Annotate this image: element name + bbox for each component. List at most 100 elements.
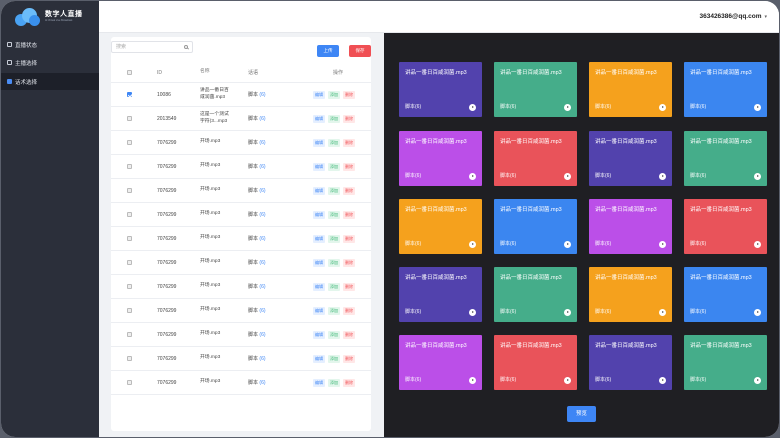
add-button[interactable]: 添加 <box>328 258 340 267</box>
play-icon[interactable] <box>564 104 571 111</box>
audio-tile[interactable]: 讲品一番日百咸润菌.mp3 脚本(6) <box>589 62 672 117</box>
add-button[interactable]: 添加 <box>328 330 340 339</box>
edit-button[interactable]: 编辑 <box>313 138 325 147</box>
search-input[interactable]: 搜索 <box>111 41 193 53</box>
delete-button[interactable]: 删除 <box>343 330 355 339</box>
delete-button[interactable]: 删除 <box>343 186 355 195</box>
play-icon[interactable] <box>659 104 666 111</box>
table-row[interactable]: 10086 讲品一番日百咸润菌.mp3 脚本 (6) 编辑 添加 删除 <box>111 83 371 107</box>
edit-button[interactable]: 编辑 <box>313 306 325 315</box>
add-button[interactable]: 添加 <box>328 90 340 99</box>
audio-tile[interactable]: 讲品一番日百咸润菌.mp3 脚本(6) <box>494 267 577 322</box>
table-row[interactable]: 7076299 开场.mp3 脚本 (6) 编辑 添加 删除 <box>111 227 371 251</box>
audio-tile[interactable]: 讲品一番日百咸润菌.mp3 脚本(6) <box>399 131 482 186</box>
play-icon[interactable] <box>754 377 761 384</box>
edit-button[interactable]: 编辑 <box>313 90 325 99</box>
add-button[interactable]: 添加 <box>328 186 340 195</box>
edit-button[interactable]: 编辑 <box>313 162 325 171</box>
play-icon[interactable] <box>469 173 476 180</box>
edit-button[interactable]: 编辑 <box>313 330 325 339</box>
row-checkbox[interactable] <box>127 164 132 169</box>
row-checkbox[interactable] <box>127 332 132 337</box>
audio-tile[interactable]: 讲品一番日百咸润菌.mp3 脚本(6) <box>494 62 577 117</box>
add-button[interactable]: 添加 <box>328 138 340 147</box>
delete-button[interactable]: 删除 <box>343 90 355 99</box>
play-icon[interactable] <box>564 309 571 316</box>
play-icon[interactable] <box>754 104 761 111</box>
search-icon[interactable] <box>184 45 188 49</box>
audio-tile[interactable]: 讲品一番日百咸润菌.mp3 脚本(6) <box>684 199 767 254</box>
play-icon[interactable] <box>659 377 666 384</box>
row-checkbox[interactable] <box>127 356 132 361</box>
delete-button[interactable]: 删除 <box>343 354 355 363</box>
audio-tile[interactable]: 讲品一番日百咸润菌.mp3 脚本(6) <box>684 62 767 117</box>
play-icon[interactable] <box>469 104 476 111</box>
audio-tile[interactable]: 讲品一番日百咸润菌.mp3 脚本(6) <box>589 335 672 390</box>
table-row[interactable]: 7076299 开场.mp3 脚本 (6) 编辑 添加 删除 <box>111 275 371 299</box>
delete-button[interactable]: 删除 <box>343 210 355 219</box>
add-button[interactable]: 添加 <box>328 162 340 171</box>
audio-tile[interactable]: 讲品一番日百咸润菌.mp3 脚本(6) <box>684 267 767 322</box>
row-checkbox[interactable] <box>127 260 132 265</box>
delete-button[interactable]: 删除 <box>343 258 355 267</box>
sidebar-item-anchor[interactable]: 主播选择 <box>1 54 99 71</box>
row-checkbox[interactable] <box>127 236 132 241</box>
play-icon[interactable] <box>564 377 571 384</box>
add-button[interactable]: 添加 <box>328 210 340 219</box>
delete-button[interactable]: 删除 <box>343 378 355 387</box>
edit-button[interactable]: 编辑 <box>313 210 325 219</box>
audio-tile[interactable]: 讲品一番日百咸润菌.mp3 脚本(6) <box>684 335 767 390</box>
add-button[interactable]: 添加 <box>328 234 340 243</box>
audio-tile[interactable]: 讲品一番日百咸润菌.mp3 脚本(6) <box>494 199 577 254</box>
audio-tile[interactable]: 讲品一番日百咸润菌.mp3 脚本(6) <box>494 335 577 390</box>
play-icon[interactable] <box>754 173 761 180</box>
row-checkbox[interactable] <box>127 284 132 289</box>
row-checkbox[interactable] <box>127 380 132 385</box>
edit-button[interactable]: 编辑 <box>313 282 325 291</box>
delete-button[interactable]: 删除 <box>343 282 355 291</box>
audio-tile[interactable]: 讲品一番日百咸润菌.mp3 脚本(6) <box>494 131 577 186</box>
row-checkbox[interactable] <box>127 308 132 313</box>
play-icon[interactable] <box>564 241 571 248</box>
audio-tile[interactable]: 讲品一番日百咸润菌.mp3 脚本(6) <box>399 335 482 390</box>
select-all-checkbox[interactable] <box>127 70 132 75</box>
table-row[interactable]: 7076299 开场.mp3 脚本 (6) 编辑 添加 删除 <box>111 299 371 323</box>
add-button[interactable]: 添加 <box>328 282 340 291</box>
edit-button[interactable]: 编辑 <box>313 354 325 363</box>
table-row[interactable]: 2013549 这是一个测试字符(3...mp3 脚本 (6) 编辑 添加 删除 <box>111 107 371 131</box>
table-row[interactable]: 7076299 开场.mp3 脚本 (6) 编辑 添加 删除 <box>111 179 371 203</box>
audio-tile[interactable]: 讲品一番日百咸润菌.mp3 脚本(6) <box>589 199 672 254</box>
audio-tile[interactable]: 讲品一番日百咸润菌.mp3 脚本(6) <box>399 267 482 322</box>
audio-tile[interactable]: 讲品一番日百咸润菌.mp3 脚本(6) <box>399 199 482 254</box>
audio-tile[interactable]: 讲品一番日百咸润菌.mp3 脚本(6) <box>399 62 482 117</box>
preview-button[interactable]: 预览 <box>567 406 596 422</box>
upload-button[interactable]: 上传 <box>317 45 339 57</box>
delete-button[interactable]: 删除 <box>343 162 355 171</box>
edit-button[interactable]: 编辑 <box>313 258 325 267</box>
play-icon[interactable] <box>659 309 666 316</box>
row-checkbox[interactable] <box>127 188 132 193</box>
row-checkbox[interactable] <box>127 92 132 97</box>
table-row[interactable]: 7076299 开场.mp3 脚本 (6) 编辑 添加 删除 <box>111 203 371 227</box>
play-icon[interactable] <box>659 241 666 248</box>
play-icon[interactable] <box>754 241 761 248</box>
add-button[interactable]: 添加 <box>328 306 340 315</box>
sidebar-item-script[interactable]: 话术选择 <box>1 73 99 90</box>
delete-button[interactable]: 删除 <box>343 306 355 315</box>
delete-button[interactable]: 删除 <box>343 114 355 123</box>
table-row[interactable]: 7076299 开场.mp3 脚本 (6) 编辑 添加 删除 <box>111 323 371 347</box>
audio-tile[interactable]: 讲品一番日百咸润菌.mp3 脚本(6) <box>589 131 672 186</box>
play-icon[interactable] <box>469 377 476 384</box>
table-row[interactable]: 7076299 开场.mp3 脚本 (6) 编辑 添加 删除 <box>111 251 371 275</box>
row-checkbox[interactable] <box>127 140 132 145</box>
play-icon[interactable] <box>754 309 761 316</box>
table-row[interactable]: 7076299 开场.mp3 脚本 (6) 编辑 添加 删除 <box>111 347 371 371</box>
sidebar-item-live-status[interactable]: 直播状态 <box>1 36 99 53</box>
table-row[interactable]: 7076299 开场.mp3 脚本 (6) 编辑 添加 删除 <box>111 131 371 155</box>
row-checkbox[interactable] <box>127 116 132 121</box>
add-button[interactable]: 添加 <box>328 378 340 387</box>
user-menu[interactable]: 363426386@qq.com ▾ <box>699 13 767 20</box>
row-checkbox[interactable] <box>127 212 132 217</box>
play-icon[interactable] <box>469 309 476 316</box>
table-row[interactable]: 7076299 开场.mp3 脚本 (6) 编辑 添加 删除 <box>111 371 371 395</box>
